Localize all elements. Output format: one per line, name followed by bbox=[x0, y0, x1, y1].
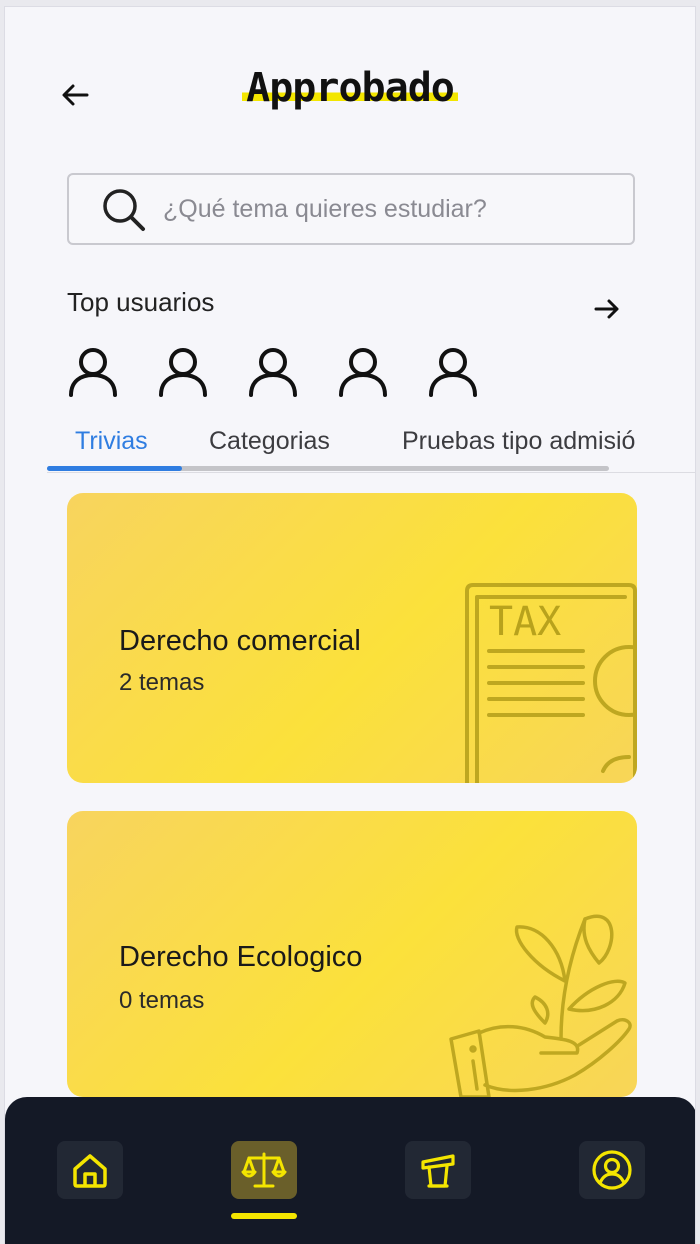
bottom-navigation bbox=[5, 1097, 695, 1244]
podium-icon bbox=[421, 1154, 455, 1188]
nav-profile-button[interactable] bbox=[579, 1141, 645, 1199]
card-title: Derecho Ecologico bbox=[119, 941, 363, 973]
tab-active-indicator bbox=[47, 466, 182, 471]
card-title: Derecho comercial bbox=[119, 625, 361, 657]
nav-active-indicator bbox=[231, 1213, 297, 1219]
tab-bar: Trivias Categorias Pruebas tipo admisió bbox=[47, 417, 695, 473]
card-subtitle: 0 temas bbox=[119, 987, 205, 1014]
tax-document-icon: TAX bbox=[465, 583, 637, 783]
user-avatar-icon[interactable] bbox=[247, 345, 299, 397]
user-circle-icon bbox=[592, 1150, 632, 1190]
user-avatar-icon[interactable] bbox=[67, 345, 119, 397]
app-screen: Approbado Top usuarios Trivias Categoria… bbox=[4, 6, 696, 1244]
search-input[interactable] bbox=[161, 193, 605, 225]
search-icon bbox=[95, 181, 151, 237]
top-users-more-button[interactable] bbox=[591, 293, 623, 325]
nav-home-button[interactable] bbox=[57, 1141, 123, 1199]
plant-in-hand-icon bbox=[449, 914, 632, 1097]
user-avatar-icon[interactable] bbox=[427, 345, 479, 397]
tab-categorias[interactable]: Categorias bbox=[209, 427, 330, 456]
category-card[interactable]: Derecho comercial 2 temas TAX bbox=[67, 493, 637, 783]
search-bar[interactable] bbox=[67, 173, 635, 245]
tab-divider bbox=[47, 472, 695, 473]
home-icon bbox=[73, 1154, 107, 1188]
top-users-title: Top usuarios bbox=[67, 287, 215, 317]
top-users-list bbox=[67, 345, 479, 397]
arrow-right-icon bbox=[594, 299, 619, 319]
user-avatar-icon[interactable] bbox=[337, 345, 389, 397]
nav-podium-button[interactable] bbox=[405, 1141, 471, 1199]
header: Approbado bbox=[5, 7, 695, 177]
tab-trivias[interactable]: Trivias bbox=[75, 427, 148, 456]
tab-pruebas-tipo-admision[interactable]: Pruebas tipo admisió bbox=[402, 427, 635, 456]
scales-icon bbox=[241, 1152, 287, 1188]
category-card[interactable]: Derecho Ecologico 0 temas bbox=[67, 811, 637, 1097]
app-title: Approbado bbox=[5, 65, 695, 111]
tax-label: TAX bbox=[489, 599, 561, 645]
nav-scales-button[interactable] bbox=[231, 1141, 297, 1199]
user-avatar-icon[interactable] bbox=[157, 345, 209, 397]
card-subtitle: 2 temas bbox=[119, 669, 205, 696]
